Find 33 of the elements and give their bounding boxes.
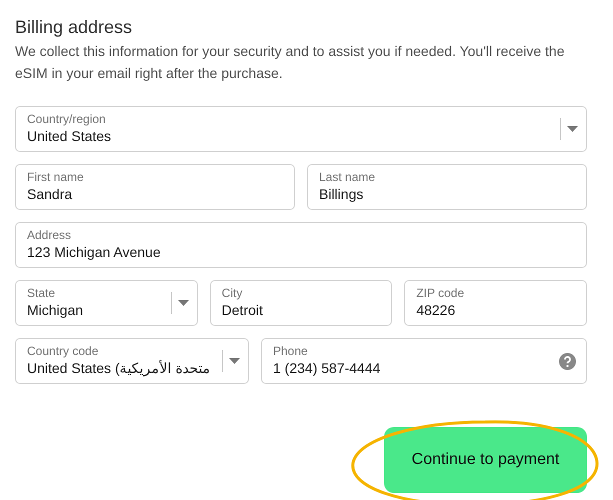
field-value: United States xyxy=(27,127,112,146)
field-label: Country code xyxy=(27,344,100,359)
section-title: Billing address xyxy=(15,16,134,39)
input-field[interactable]: Phone 1 (234) 587-4444 xyxy=(261,338,587,384)
field-label: Country/region xyxy=(27,112,107,127)
field-label: Last name xyxy=(319,170,376,185)
field-value: 1 (234) 587-4444 xyxy=(273,359,382,378)
input-field[interactable]: First name Sandra xyxy=(15,164,295,210)
continue-button[interactable]: Continue to payment xyxy=(384,427,587,493)
field-label: Address xyxy=(27,228,72,243)
field-value: Detroit xyxy=(222,301,264,320)
field-value: Sandra xyxy=(27,185,74,204)
caret-icon xyxy=(567,126,578,132)
field-label: First name xyxy=(27,170,85,185)
description-text: We collect this information for your security and to assist you if needed. You'll receive the eSIM in your email right after the purchase. xyxy=(15,42,566,83)
field-value: United States (متحدة الأمريكية xyxy=(27,359,212,378)
field-value: 48226 xyxy=(416,301,456,320)
input-field[interactable]: City Detroit xyxy=(210,280,392,326)
field-value: 123 Michigan Avenue xyxy=(27,243,162,262)
select-field[interactable]: Country/region United States xyxy=(15,106,587,152)
help-icon[interactable] xyxy=(559,352,576,370)
field-label: State xyxy=(27,286,56,301)
input-field[interactable]: ZIP code 48226 xyxy=(404,280,587,326)
field-label: City xyxy=(222,286,244,301)
field-value: Michigan xyxy=(27,301,84,320)
field-value: Billings xyxy=(319,185,364,204)
select-field[interactable]: State Michigan xyxy=(15,280,198,326)
caret-icon xyxy=(178,300,189,306)
input-field[interactable]: Last name Billings xyxy=(307,164,587,210)
field-label: Phone xyxy=(273,344,309,359)
input-field[interactable]: Address 123 Michigan Avenue xyxy=(15,222,587,268)
field-label: ZIP code xyxy=(416,286,466,301)
caret-icon xyxy=(229,358,240,364)
